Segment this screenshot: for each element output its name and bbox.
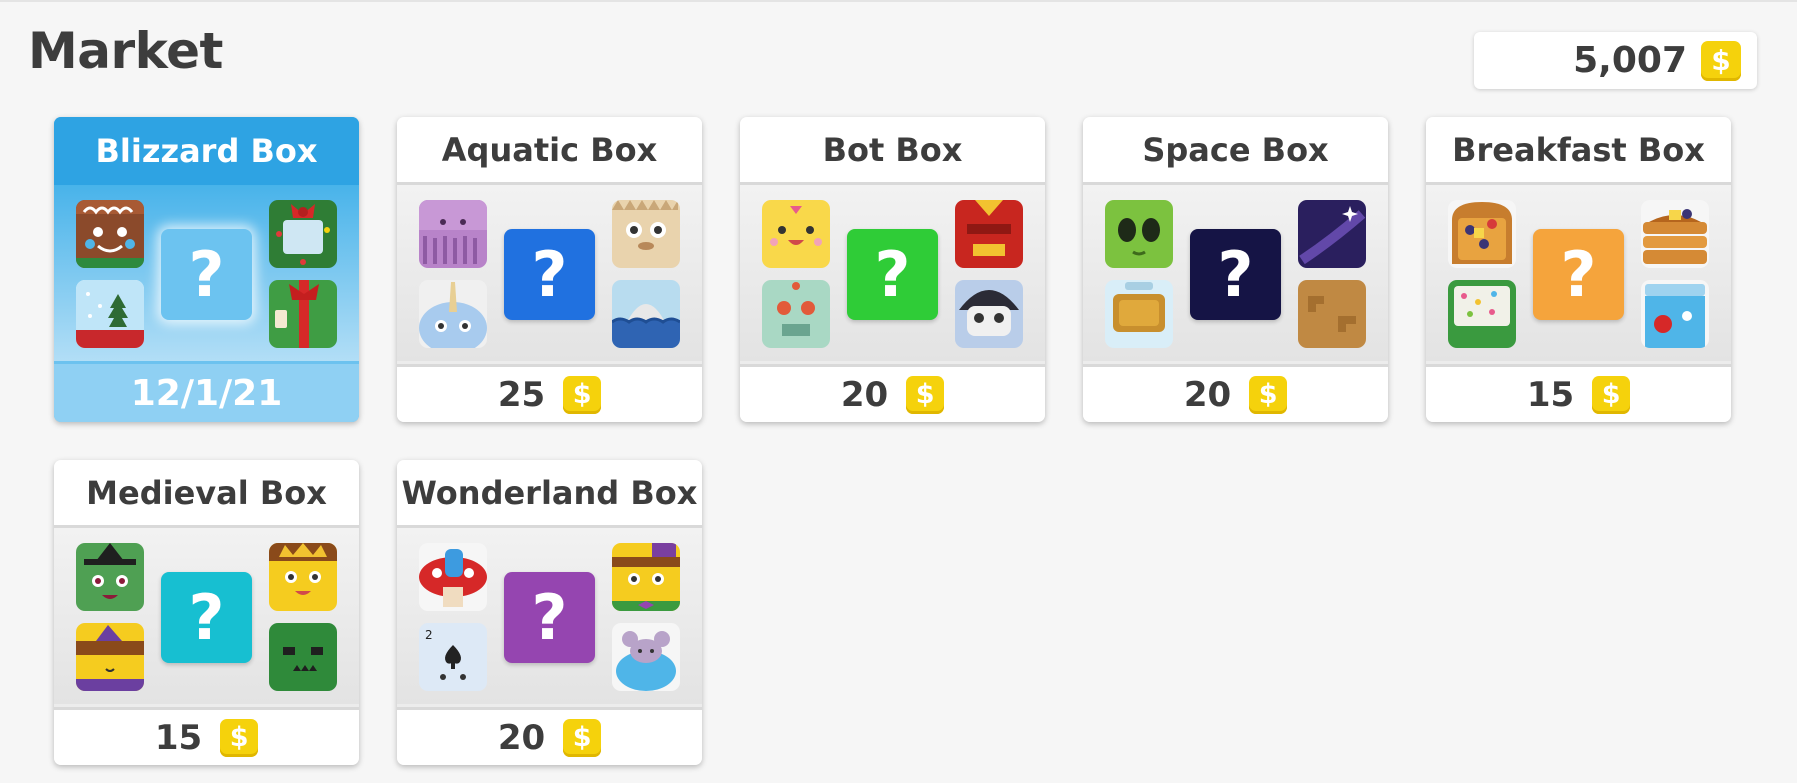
box-preview: 2 ? [397,528,702,704]
witch-blook-icon [76,543,144,611]
price-value: 25 [497,374,546,415]
caterpillar-blook-icon [419,543,487,611]
red-bot-blook-icon [955,200,1023,268]
price-value: 20 [1183,374,1232,415]
balance-value: 5,007 [1573,40,1687,81]
wreath-blook-icon [269,200,337,268]
box-preview: ? [397,185,702,361]
mystery-box-icon: ? [1533,229,1624,320]
box-card-space[interactable]: Space Box ? 20 $ [1083,117,1388,422]
token-icon: $ [563,718,602,757]
yellow-bot-blook-icon [762,200,830,268]
box-release-date: 12/1/21 [54,364,359,422]
mystery-box-icon: ? [161,572,252,663]
mystery-box-icon: ? [161,229,252,320]
pancakes-blook-icon [1641,200,1709,268]
mystery-box-icon: ? [504,229,595,320]
svg-text:2: 2 [425,628,433,642]
box-title: Wonderland Box [397,460,702,528]
box-title: Space Box [1083,117,1388,185]
box-price: 15 $ [1426,364,1731,422]
box-preview: ? [54,528,359,704]
box-price: 20 $ [397,707,702,765]
box-card-blizzard[interactable]: Blizzard Box ? 12/1/21 [54,117,359,422]
box-card-aquatic[interactable]: Aquatic Box ? 25 $ [397,117,702,422]
box-price: 15 $ [54,707,359,765]
page-title: Market [28,22,223,80]
token-icon: $ [1249,375,1288,414]
cereal-blook-icon [1448,280,1516,348]
box-price: 20 $ [1083,364,1388,422]
alien-blook-icon [1105,200,1173,268]
mystery-box-icon: ? [1190,229,1281,320]
box-card-medieval[interactable]: Medieval Box ? 15 $ [54,460,359,765]
yogurt-blook-icon [1641,280,1709,348]
box-preview: ? [1426,185,1731,361]
astronaut-blook-icon [1105,280,1173,348]
toast-blook-icon [1448,200,1516,268]
green-bot-blook-icon [762,280,830,348]
token-icon: $ [563,375,602,414]
box-title: Bot Box [740,117,1045,185]
token-icon: $ [220,718,259,757]
jellyfish-blook-icon [419,200,487,268]
wizard-blook-icon [76,623,144,691]
orc-blook-icon [269,623,337,691]
snow-globe-blook-icon [76,280,144,348]
mystery-box-icon: ? [847,229,938,320]
box-price: 25 $ [397,364,702,422]
box-card-wonderland[interactable]: Wonderland Box 2 ? 20 $ [397,460,702,765]
box-preview: ? [54,185,359,361]
shark-blook-icon [612,280,680,348]
top-divider [0,0,1797,2]
box-preview: ? [1083,185,1388,361]
price-value: 20 [497,717,546,758]
two-of-spades-blook-icon: 2 [419,623,487,691]
token-balance: 5,007 $ [1474,32,1757,89]
box-title: Medieval Box [54,460,359,528]
box-title: Breakfast Box [1426,117,1731,185]
galaxy-blook-icon [1298,200,1366,268]
present-blook-icon [269,280,337,348]
box-card-breakfast[interactable]: Breakfast Box ? 15 $ [1426,117,1731,422]
mad-hatter-blook-icon [612,543,680,611]
token-icon: $ [906,375,945,414]
gingerbread-blook-icon [76,200,144,268]
mars-blook-icon [1298,280,1366,348]
box-title: Aquatic Box [397,117,702,185]
price-value: 15 [154,717,203,758]
narwhal-blook-icon [419,280,487,348]
price-value: 15 [1526,374,1575,415]
helmet-bot-blook-icon [955,280,1023,348]
box-price: 20 $ [740,364,1045,422]
token-icon: $ [1701,40,1741,81]
mystery-box-icon: ? [504,572,595,663]
box-card-bot[interactable]: Bot Box ? 20 $ [740,117,1045,422]
pufferfish-blook-icon [612,200,680,268]
dormouse-blook-icon [612,623,680,691]
token-icon: $ [1592,375,1631,414]
king-blook-icon [269,543,337,611]
box-preview: ? [740,185,1045,361]
price-value: 20 [840,374,889,415]
box-title: Blizzard Box [54,117,359,185]
